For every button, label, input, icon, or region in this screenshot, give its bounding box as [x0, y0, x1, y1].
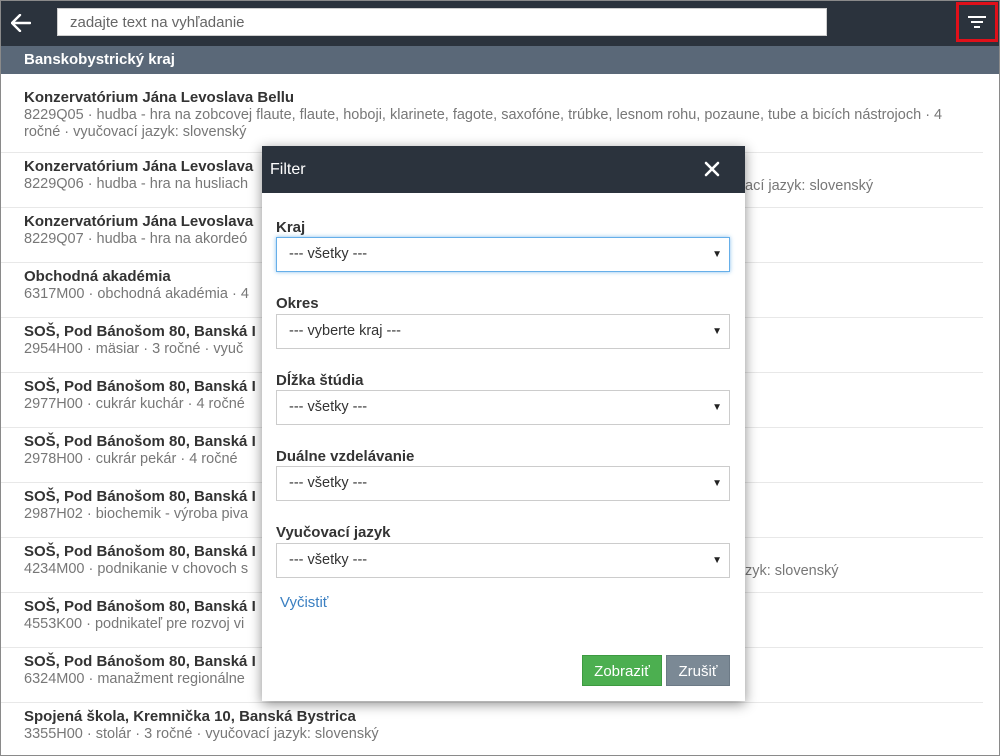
dlzka-studia-select-value: --- všetky ---	[289, 399, 368, 415]
school-desc-tail: zyk: slovenský	[745, 563, 839, 579]
clear-filter-link[interactable]: Vyčistiť	[280, 594, 328, 611]
list-item[interactable]: Konzervatórium Jána Levoslava Bellu 8229…	[1, 84, 983, 153]
okres-select-value: --- vyberte kraj ---	[289, 323, 401, 339]
dialog-title: Filter	[270, 161, 306, 178]
search-input[interactable]	[57, 8, 827, 36]
school-desc-tail: ací jazyk: slovenský	[745, 178, 874, 194]
close-icon	[704, 161, 720, 177]
school-name: Spojená škola, Kremnička 10, Banská Byst…	[24, 708, 356, 725]
dialog-header: Filter	[262, 146, 745, 193]
show-button[interactable]: Zobraziť	[582, 655, 662, 686]
dlzka-studia-label: Dĺžka štúdia	[276, 372, 364, 389]
okres-select[interactable]: --- vyberte kraj --- ▼	[276, 314, 730, 349]
vyucovaci-jazyk-select[interactable]: --- všetky --- ▼	[276, 543, 730, 578]
okres-label: Okres	[276, 295, 319, 312]
app-window: Banskobystrický kraj Konzervatórium Jána…	[0, 0, 1000, 756]
caret-down-icon: ▼	[712, 478, 722, 489]
dualne-vzdelavanie-select[interactable]: --- všetky --- ▼	[276, 466, 730, 501]
kraj-label: Kraj	[276, 219, 306, 236]
dlzka-studia-select[interactable]: --- všetky --- ▼	[276, 390, 730, 425]
caret-down-icon: ▼	[712, 402, 722, 413]
caret-down-icon: ▼	[712, 249, 722, 260]
close-button[interactable]	[701, 158, 723, 180]
caret-down-icon: ▼	[712, 555, 722, 566]
caret-down-icon: ▼	[712, 326, 722, 337]
school-name: Konzervatórium Jána Levoslava Bellu	[24, 89, 295, 106]
list-item[interactable]: Spojená škola, Kremnička 10, Banská Byst…	[1, 703, 983, 755]
school-desc: 3355H00 · stolár · 3 ročné · vyučovací j…	[24, 726, 379, 742]
arrow-left-icon	[11, 14, 31, 32]
filter-icon	[968, 16, 986, 28]
filter-dialog: Filter Kraj --- všetky --- ▼ Okres --- v…	[262, 146, 745, 701]
kraj-select[interactable]: --- všetky --- ▼	[276, 237, 730, 272]
cancel-button[interactable]: Zrušiť	[666, 655, 730, 686]
back-button[interactable]	[7, 9, 35, 37]
region-header: Banskobystrický kraj	[1, 46, 999, 74]
kraj-select-value: --- všetky ---	[289, 246, 368, 262]
dualne-vzdelavanie-label: Duálne vzdelávanie	[276, 448, 415, 465]
vyucovaci-jazyk-label: Vyučovací jazyk	[276, 524, 391, 541]
top-bar	[1, 1, 999, 46]
school-desc: 8229Q05 · hudba - hra na zobcovej flaute…	[24, 107, 943, 140]
filter-button[interactable]	[956, 2, 998, 42]
dualne-vzdelavanie-select-value: --- všetky ---	[289, 475, 368, 491]
vyucovaci-jazyk-select-value: --- všetky ---	[289, 552, 368, 568]
